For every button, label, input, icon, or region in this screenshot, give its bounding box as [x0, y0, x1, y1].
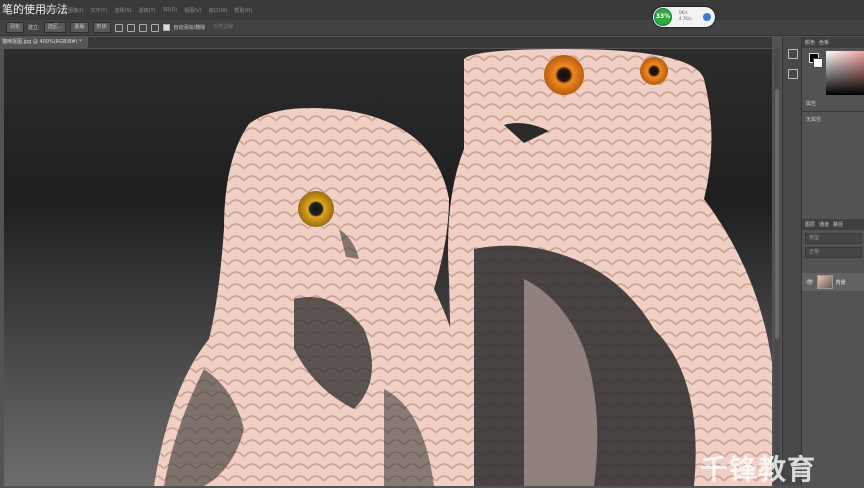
shape-button[interactable]: 形状: [92, 22, 111, 33]
eye-icon[interactable]: 👁: [806, 279, 814, 286]
tool-options-bar: 羽化 建立: 选区... 蒙版 形状 自动添加/删除 对齐边缘: [0, 20, 864, 36]
menu-select[interactable]: 选择(S): [114, 7, 131, 19]
path-operations-icon[interactable]: [114, 23, 123, 32]
panel-icon-strip: [782, 37, 801, 486]
auto-add-delete-label: 自动添加/删除: [173, 25, 206, 31]
layers-panel: 图层 通道 路径 类型 正常 👁 背景: [802, 219, 864, 486]
color-panel: [802, 48, 864, 98]
document-tab-bar: 猫咪抠图.jpg @ 400%(RGB/8#) *: [0, 37, 772, 48]
create-label: 建立:: [28, 25, 40, 31]
properties-title: 属性: [806, 101, 817, 107]
tab-layers[interactable]: 图层: [805, 221, 815, 228]
scrollbar-thumb[interactable]: [775, 89, 779, 339]
feather-dropdown[interactable]: 羽化: [6, 22, 25, 33]
background-color-swatch[interactable]: [813, 58, 823, 68]
performance-percent: 33%: [654, 8, 672, 26]
right-owl-left-eye: [544, 55, 584, 95]
menu-edit[interactable]: 编辑(E): [44, 7, 61, 19]
brand-watermark: 千锋教育: [700, 453, 817, 486]
menu-view[interactable]: 视图(V): [184, 7, 201, 19]
menu-3d[interactable]: 3D(D): [162, 7, 177, 19]
menu-window[interactable]: 窗口(W): [209, 7, 228, 19]
document-tab[interactable]: 猫咪抠图.jpg @ 400%(RGB/8#) *: [0, 37, 88, 48]
properties-value: 无属性: [806, 117, 822, 123]
accelerator-icon[interactable]: [703, 13, 711, 21]
navigator-panel-icon[interactable]: [788, 69, 798, 79]
selection-dropdown[interactable]: 选区...: [43, 22, 67, 33]
menu-image[interactable]: 图像(I): [68, 7, 83, 19]
download-speed: 4.7K/s: [679, 16, 692, 21]
layer-filter-dropdown[interactable]: 类型: [805, 233, 862, 244]
blend-mode-dropdown[interactable]: 正常: [805, 247, 862, 258]
mask-button[interactable]: 蒙版: [70, 22, 89, 33]
menu-bar: 编辑(E) 图像(I) 文字(Y) 选择(S) 滤镜(T) 3D(D) 视图(V…: [44, 7, 252, 19]
owl-photo: [154, 49, 772, 486]
tab-color[interactable]: 颜色: [805, 39, 815, 46]
layers-panel-tabs: 图层 通道 路径: [802, 219, 864, 230]
tab-paths[interactable]: 路径: [833, 221, 843, 228]
menu-filter[interactable]: 滤镜(T): [139, 7, 156, 19]
right-owl-right-eye: [640, 57, 668, 85]
performance-widget[interactable]: 33% 0K/s 4.7K/s: [653, 7, 715, 27]
menu-type[interactable]: 文字(Y): [90, 7, 107, 19]
path-arrangement-icon[interactable]: [138, 23, 147, 32]
right-panel: 颜色 色板 属性 无属性 图层 通道 路径 类型 正常 👁 背景: [801, 37, 864, 486]
color-panel-tabs: 颜色 色板: [802, 37, 864, 48]
layer-name: 背景: [835, 279, 846, 286]
left-owl-eye: [298, 191, 334, 227]
tab-channels[interactable]: 通道: [819, 221, 829, 228]
layer-thumbnail: [816, 275, 833, 289]
gear-icon[interactable]: [150, 23, 159, 32]
menu-help[interactable]: 帮助(H): [234, 7, 252, 19]
properties-divider: [802, 111, 864, 112]
auto-add-delete-checkbox[interactable]: [162, 24, 170, 31]
layer-row[interactable]: 👁 背景: [802, 273, 864, 291]
path-alignment-icon[interactable]: [126, 23, 135, 32]
color-spectrum[interactable]: [826, 51, 864, 95]
history-panel-icon[interactable]: [788, 49, 798, 59]
network-speed: 0K/s 4.7K/s: [679, 10, 691, 22]
tab-swatches[interactable]: 色板: [819, 39, 829, 46]
vertical-scrollbar[interactable]: [774, 49, 780, 486]
canvas[interactable]: [4, 49, 772, 486]
align-edges-option[interactable]: 对齐边缘: [209, 22, 237, 33]
title-bar: 笔的使用方法 编辑(E) 图像(I) 文字(Y) 选择(S) 滤镜(T) 3D(…: [0, 0, 864, 20]
